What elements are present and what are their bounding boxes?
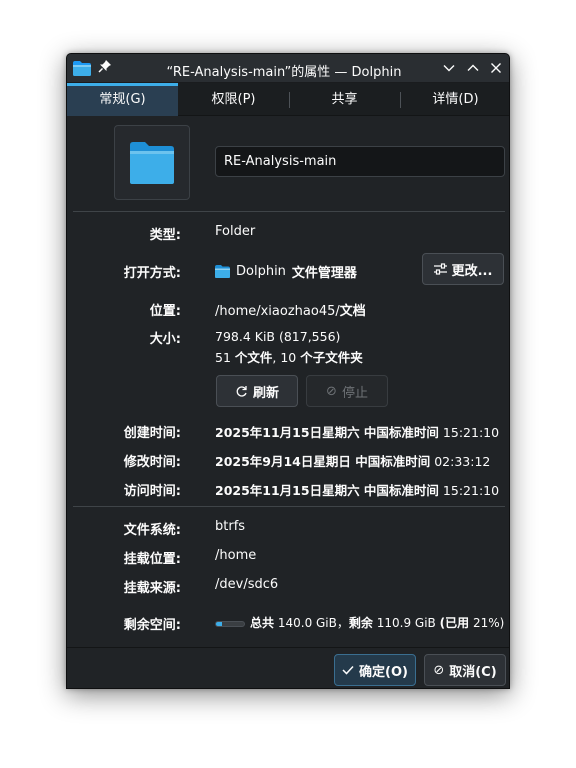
pin-icon[interactable] — [98, 59, 112, 73]
mount-point-value: /home — [215, 548, 257, 563]
location-label: 位置: — [149, 304, 181, 319]
size-label: 大小: — [149, 332, 181, 347]
total-label: 总共 — [250, 616, 275, 630]
tab-permissions[interactable]: 权限(P) — [178, 83, 289, 116]
open-with-app-desc: 文件管理器 — [291, 266, 357, 281]
accessed-date: 2025年11月15日星期六 中国标准时间 — [215, 483, 439, 498]
folder-name-input[interactable] — [215, 146, 505, 177]
location-path: /home/xiaozhao45/ — [215, 304, 340, 319]
cancel-label: 取消(C) — [449, 664, 497, 680]
filesystem-value: btrfs — [215, 519, 246, 534]
dialog-footer: 确定(O) ⊘ 取消(C) — [67, 647, 509, 688]
disk-usage-bar — [215, 620, 245, 627]
title-bar: “RE-Analysis-main”的属性 — Dolphin — [67, 54, 509, 83]
settings-sliders-icon — [433, 263, 447, 275]
folder-icon — [130, 142, 174, 184]
chevron-down-icon — [443, 65, 455, 72]
divider — [73, 506, 505, 507]
dirs-label: 个子文件夹 — [300, 350, 363, 365]
created-value: 2025年11月15日星期六 中国标准时间 15:21:10 — [215, 422, 499, 441]
size-value: 798.4 KiB (817,556) — [215, 329, 341, 344]
close-button[interactable] — [488, 60, 504, 76]
total-value: 140.0 GiB， — [277, 616, 349, 630]
cancel-icon: ⊘ — [433, 662, 445, 678]
accessed-time: 15:21:10 — [442, 483, 500, 498]
change-app-label: 更改... — [451, 263, 493, 279]
refresh-icon — [236, 385, 247, 397]
modified-label: 修改时间: — [123, 455, 181, 470]
free-label: 剩余 — [348, 616, 373, 630]
type-value: Folder — [215, 224, 256, 239]
tab-details[interactable]: 详情(D) — [400, 83, 509, 116]
dirs-count: 10 — [280, 350, 297, 365]
accessed-label: 访问时间: — [123, 484, 181, 499]
stop-icon: ⊘ — [326, 383, 337, 399]
chevron-up-icon — [467, 64, 479, 71]
location-path-folder: 文档 — [339, 304, 366, 319]
created-date: 2025年11月15日星期六 中国标准时间 — [215, 425, 439, 440]
type-label: 类型: — [149, 228, 181, 243]
free-value: 110.9 GiB — [376, 616, 436, 630]
stop-label: 停止 — [341, 385, 368, 401]
window-title: “RE-Analysis-main”的属性 — Dolphin — [166, 65, 402, 80]
mount-point-label: 挂载位置: — [123, 552, 181, 567]
change-app-button[interactable]: 更改... — [422, 253, 504, 285]
filesystem-label: 文件系统: — [123, 523, 181, 538]
created-label: 创建时间: — [123, 426, 181, 441]
modified-date: 2025年9月14日星期日 中国标准时间 — [215, 454, 431, 469]
checkmark-icon — [342, 665, 354, 675]
ok-button[interactable]: 确定(O) — [334, 654, 416, 686]
files-count: 51 — [215, 350, 231, 365]
folder-icon-button[interactable] — [114, 125, 190, 200]
tab-bar: 常规(G) 权限(P) 共享 详情(D) — [67, 83, 509, 116]
free-space-label: 剩余空间: — [123, 618, 181, 633]
folder-app-icon — [73, 61, 91, 76]
mount-source-label: 挂载来源: — [123, 581, 181, 596]
stop-button[interactable]: ⊘ 停止 — [306, 375, 388, 407]
refresh-label: 刷新 — [252, 385, 279, 401]
modified-value: 2025年9月14日星期日 中国标准时间 02:33:12 — [215, 451, 490, 470]
refresh-button[interactable]: 刷新 — [216, 375, 298, 407]
ok-label: 确定(O) — [359, 664, 408, 680]
divider — [73, 211, 505, 212]
tab-general[interactable]: 常规(G) — [67, 83, 178, 116]
open-with-value: Dolphin 文件管理器 — [215, 262, 357, 281]
files-label: 个文件 — [234, 350, 273, 365]
disk-usage-fill — [216, 621, 222, 626]
accessed-value: 2025年11月15日星期六 中国标准时间 15:21:10 — [215, 480, 499, 499]
used-label: (已用 — [439, 616, 470, 630]
created-time: 15:21:10 — [442, 425, 500, 440]
used-percent: 21%) — [472, 616, 505, 630]
free-space-value: 总共 140.0 GiB，剩余 110.9 GiB (已用 21%) — [215, 614, 504, 631]
minimize-button[interactable] — [441, 60, 457, 76]
close-icon — [491, 63, 501, 73]
open-with-app: Dolphin — [236, 264, 286, 279]
maximize-button[interactable] — [465, 60, 481, 76]
mount-source-value: /dev/sdc6 — [215, 577, 279, 592]
cancel-button[interactable]: ⊘ 取消(C) — [424, 654, 506, 686]
dolphin-icon — [215, 265, 230, 278]
size-contents: 51 个文件, 10 个子文件夹 — [215, 347, 363, 366]
location-value: /home/xiaozhao45/文档 — [215, 300, 366, 319]
modified-time: 02:33:12 — [434, 454, 491, 469]
tab-share[interactable]: 共享 — [289, 83, 400, 116]
open-with-label: 打开方式: — [123, 266, 181, 281]
properties-window: “RE-Analysis-main”的属性 — Dolphin 常规(G) 权限… — [66, 53, 510, 689]
